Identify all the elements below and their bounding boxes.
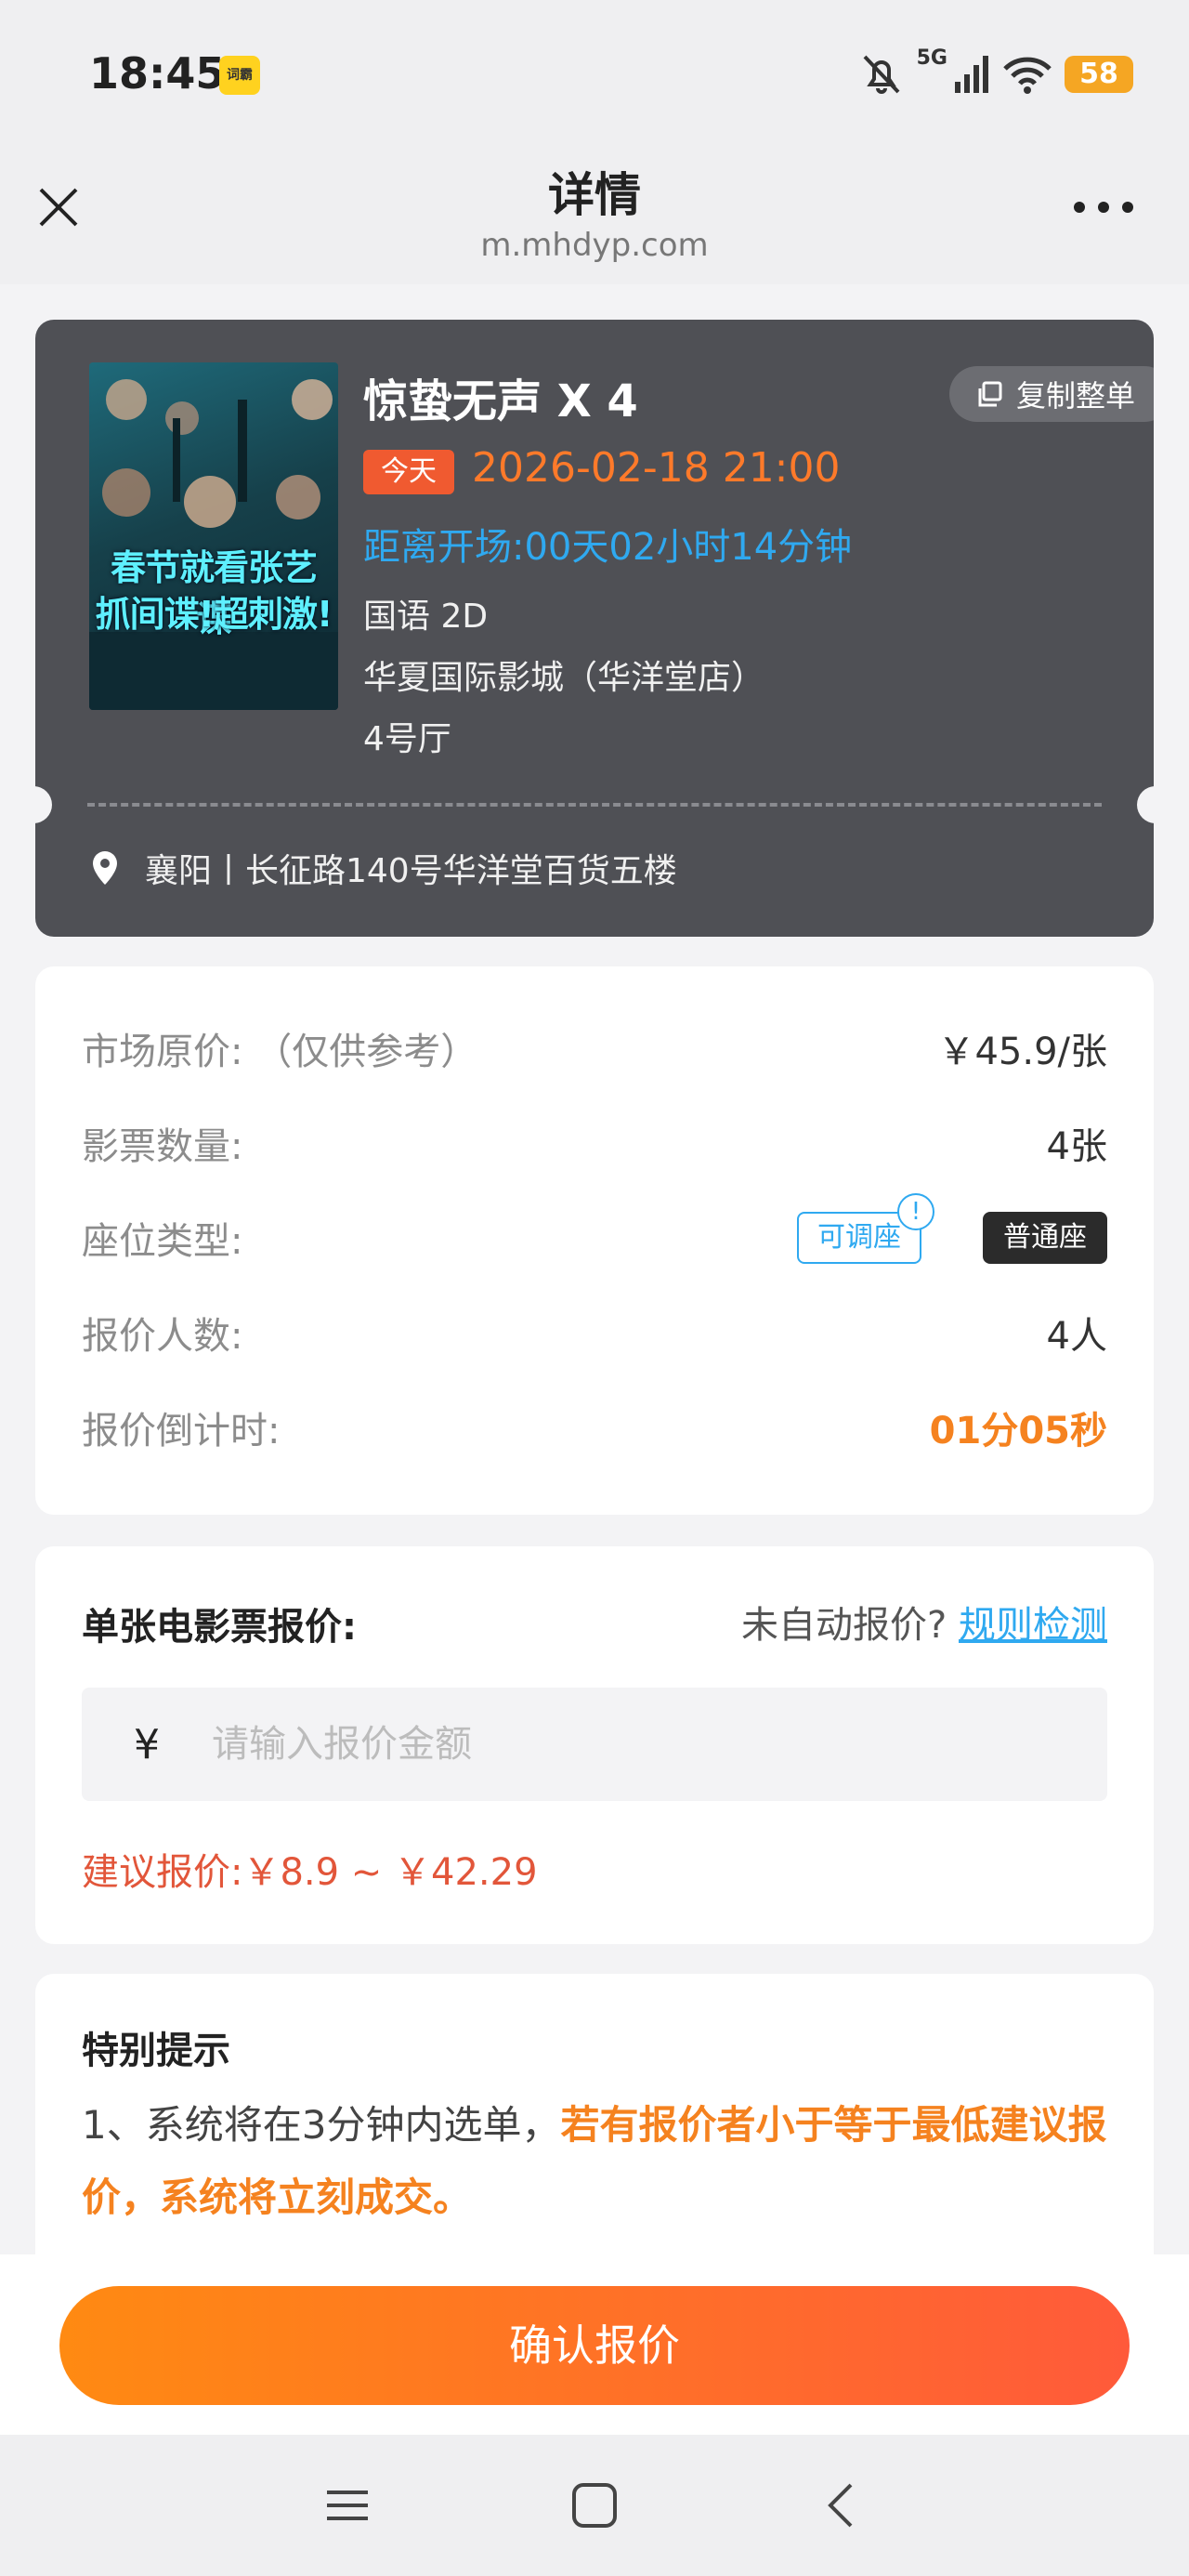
page-title: 详情 bbox=[548, 168, 641, 222]
ticket-divider bbox=[87, 803, 1102, 807]
market-price-label: 市场原价: （仅供参考） bbox=[82, 1031, 478, 1073]
order-info-card: 市场原价: （仅供参考） ￥45.9/张 影票数量: 4张 座位类型: 可调座 … bbox=[35, 966, 1154, 1515]
info-icon[interactable]: ! bbox=[897, 1193, 934, 1230]
quote-amount-input[interactable] bbox=[212, 1723, 955, 1766]
notice-text: 1、系统将在3分钟内选单，若有报价者小于等于最低建议报价，系统将立刻成交。 bbox=[82, 2089, 1107, 2234]
poster-tagline-2: 抓间谍!超刺激! bbox=[95, 594, 333, 635]
today-badge: 今天 bbox=[363, 450, 454, 494]
page-url: m.mhdyp.com bbox=[480, 227, 709, 264]
more-menu-icon[interactable] bbox=[1074, 197, 1133, 217]
ticket-notch-right bbox=[1137, 786, 1154, 823]
cinema-address[interactable]: 襄阳丨长征路140号华洋堂百货五楼 bbox=[91, 844, 677, 892]
quote-label: 单张电影票报价: bbox=[82, 1606, 357, 1649]
movie-ticket-card: 春节就看张艺谋 抓间谍!超刺激! 惊蛰无声 X 4 复制整单 今天 2026-0… bbox=[35, 320, 1154, 937]
start-countdown: 距离开场:00天02小时14分钟 bbox=[363, 526, 853, 569]
cinema-name: 华夏国际影城（华洋堂店） bbox=[363, 659, 765, 697]
location-pin-icon bbox=[93, 851, 117, 885]
quote-countdown-value: 01分05秒 bbox=[929, 1410, 1107, 1452]
market-price-row: 市场原价: （仅供参考） ￥45.9/张 bbox=[82, 1020, 1107, 1076]
quote-countdown-row: 报价倒计时: 01分05秒 bbox=[82, 1400, 1107, 1455]
seat-type-label: 座位类型: bbox=[82, 1220, 243, 1263]
ticket-count-value: 4张 bbox=[1046, 1125, 1107, 1168]
bidders-row: 报价人数: 4人 bbox=[82, 1305, 1107, 1360]
market-price-value: ￥45.9/张 bbox=[937, 1031, 1107, 1073]
ticket-count-row: 影票数量: 4张 bbox=[82, 1115, 1107, 1171]
system-nav-bar bbox=[0, 2435, 1189, 2576]
poster-art bbox=[89, 379, 338, 710]
app-notification-icon: 词霸 bbox=[219, 56, 260, 95]
quote-card: 单张电影票报价: 未自动报价? 规则检测 ¥ 建议报价:￥8.9 ~ ￥42.2… bbox=[35, 1546, 1154, 1944]
notice-text-plain: 1、系统将在3分钟内选单， bbox=[82, 2102, 561, 2148]
show-time: 2026-02-18 21:00 bbox=[472, 444, 841, 492]
suggested-price: 建议报价:￥8.9 ~ ￥42.29 bbox=[82, 1851, 538, 1894]
copy-order-button[interactable]: 复制整单 bbox=[949, 366, 1154, 422]
signal-icon bbox=[955, 56, 988, 93]
movie-poster: 春节就看张艺谋 抓间谍!超刺激! bbox=[89, 362, 338, 710]
copy-icon bbox=[978, 381, 1002, 407]
back-icon[interactable] bbox=[816, 2479, 868, 2531]
bidders-label: 报价人数: bbox=[82, 1315, 243, 1358]
seat-type-row: 座位类型: 可调座 ! 普通座 bbox=[82, 1193, 1107, 1266]
network-label: 5G bbox=[916, 46, 947, 70]
status-time: 18:45 bbox=[89, 48, 226, 99]
wifi-icon bbox=[1003, 57, 1052, 94]
address-text: 襄阳丨长征路140号华洋堂百货五楼 bbox=[145, 852, 677, 890]
battery-icon: 58 bbox=[1065, 56, 1133, 93]
copy-order-label: 复制整单 bbox=[1016, 378, 1136, 414]
mute-bell-icon bbox=[863, 55, 900, 94]
confirm-quote-button[interactable]: 确认报价 bbox=[59, 2286, 1130, 2405]
adjustable-seat-label: 可调座 bbox=[817, 1221, 901, 1254]
rule-check-link[interactable]: 规则检测 bbox=[959, 1604, 1107, 1647]
normal-seat-tag: 普通座 bbox=[983, 1212, 1107, 1264]
currency-symbol: ¥ bbox=[134, 1720, 160, 1768]
bidders-value: 4人 bbox=[1046, 1315, 1107, 1358]
adjustable-seat-tag[interactable]: 可调座 ! bbox=[797, 1193, 934, 1264]
bottom-action-bar: 确认报价 bbox=[0, 2254, 1189, 2435]
ticket-notch-left bbox=[35, 786, 52, 823]
movie-language: 国语 2D bbox=[363, 598, 489, 636]
hall-name: 4号厅 bbox=[363, 720, 451, 758]
ticket-count-label: 影票数量: bbox=[82, 1125, 243, 1168]
auto-quote-hint: 未自动报价? 规则检测 bbox=[741, 1595, 1107, 1649]
movie-title: 惊蛰无声 X 4 bbox=[363, 375, 638, 427]
quote-countdown-label: 报价倒计时: bbox=[82, 1410, 281, 1452]
home-icon[interactable] bbox=[568, 2479, 621, 2531]
system-icons: 5G 58 bbox=[857, 46, 1133, 102]
notice-title: 特别提示 bbox=[82, 2030, 230, 2072]
quote-input-box[interactable]: ¥ bbox=[82, 1688, 1107, 1801]
auto-quote-question: 未自动报价? bbox=[741, 1604, 947, 1647]
status-bar: 18:45 词霸 5G 58 bbox=[0, 0, 1189, 139]
menu-icon[interactable] bbox=[321, 2479, 373, 2531]
